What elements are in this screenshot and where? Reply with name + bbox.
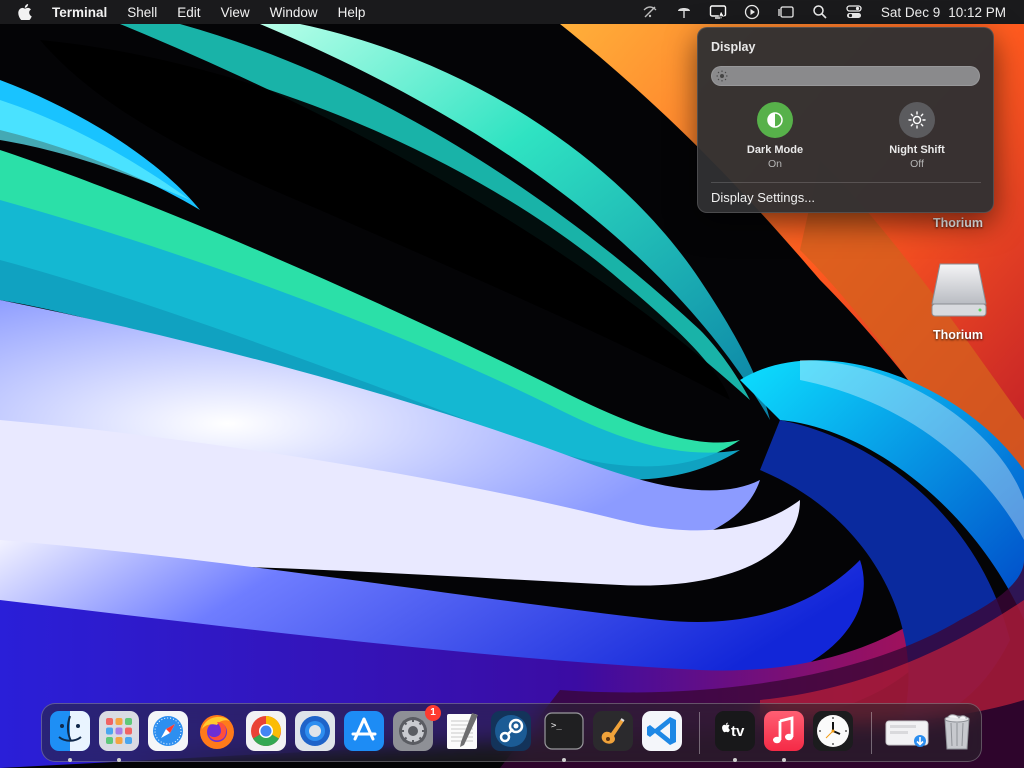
trash-icon[interactable]	[937, 711, 977, 751]
dark-mode-button[interactable]	[757, 102, 793, 138]
menu-date: Sat Dec 9	[880, 4, 941, 20]
steam-icon[interactable]	[491, 711, 531, 751]
desktop-drive-thorium-label[interactable]: Thorium	[933, 328, 983, 342]
music-running-dot	[782, 758, 786, 762]
launchpad-icon[interactable]	[99, 711, 139, 751]
dock-separator-apps	[699, 712, 700, 754]
play-icon[interactable]	[742, 3, 762, 21]
airdrop-icon[interactable]	[674, 3, 694, 21]
menu-window[interactable]: Window	[270, 5, 318, 20]
menu-shell[interactable]: Shell	[127, 5, 157, 20]
finder-running-dot	[68, 758, 72, 762]
settings-icon[interactable]: 1	[393, 705, 441, 751]
night-shift-icon	[908, 111, 926, 129]
desktop-app-thorium-label[interactable]: Thorium	[933, 216, 983, 230]
dock: 1 >_ tv	[41, 703, 982, 762]
display-popover: Display Dark Mode On Night Shift Off Dis…	[697, 27, 994, 213]
safari-icon[interactable]	[148, 711, 188, 751]
dark-mode-label: Dark Mode	[746, 144, 804, 156]
search-icon[interactable]	[810, 3, 830, 21]
music-icon[interactable]	[764, 711, 804, 751]
dark-mode-icon	[767, 112, 783, 128]
popover-separator	[711, 182, 981, 183]
apple-menu-icon[interactable]	[18, 3, 36, 21]
menu-view[interactable]: View	[221, 5, 250, 20]
menu-bar: Terminal Shell Edit View Window Help Sat…	[0, 0, 1024, 24]
night-shift-label: Night Shift	[889, 144, 945, 156]
terminal-running-dot	[562, 758, 566, 762]
night-shift-state: Off	[910, 158, 924, 170]
finder-icon[interactable]	[50, 711, 90, 751]
menu-time: 10:12 PM	[948, 4, 1006, 20]
dark-mode-toggle[interactable]: Dark Mode On	[725, 102, 825, 170]
night-shift-toggle[interactable]: Night Shift Off	[867, 102, 967, 170]
textedit-icon[interactable]	[442, 711, 482, 751]
svg-text:>_: >_	[551, 721, 562, 731]
appletv-icon[interactable]: tv	[715, 711, 755, 751]
firefox-icon[interactable]	[197, 711, 237, 751]
drive-icon[interactable]	[930, 260, 988, 320]
stage-manager-icon[interactable]	[776, 3, 796, 21]
settings-badge: 1	[425, 705, 441, 721]
popover-title: Display	[711, 40, 756, 54]
menu-clock[interactable]: Sat Dec 9 10:12 PM	[881, 5, 1006, 20]
display-settings-link[interactable]: Display Settings...	[711, 190, 815, 205]
brightness-icon	[716, 70, 728, 82]
menu-help[interactable]: Help	[338, 5, 366, 20]
display-icon[interactable]	[708, 3, 728, 21]
app-store-icon[interactable]	[344, 711, 384, 751]
terminal-icon[interactable]: >_	[544, 711, 584, 751]
dock-separator-folders	[871, 712, 872, 754]
garageband-icon[interactable]	[593, 711, 633, 751]
clock-icon[interactable]	[813, 711, 853, 751]
wifi-off-icon[interactable]	[640, 3, 660, 21]
thorium-icon[interactable]	[295, 711, 335, 751]
menu-edit[interactable]: Edit	[177, 5, 200, 20]
control-center-icon[interactable]	[844, 3, 864, 21]
launchpad-running-dot	[117, 758, 121, 762]
night-shift-button[interactable]	[899, 102, 935, 138]
downloads-icon[interactable]	[884, 711, 930, 751]
menu-app-name[interactable]: Terminal	[52, 5, 107, 20]
appletv-label: tv	[731, 723, 745, 740]
chrome-icon[interactable]	[246, 711, 286, 751]
brightness-slider[interactable]	[711, 66, 980, 86]
appletv-running-dot	[733, 758, 737, 762]
dark-mode-state: On	[767, 158, 782, 170]
vscode-icon[interactable]	[642, 711, 682, 751]
